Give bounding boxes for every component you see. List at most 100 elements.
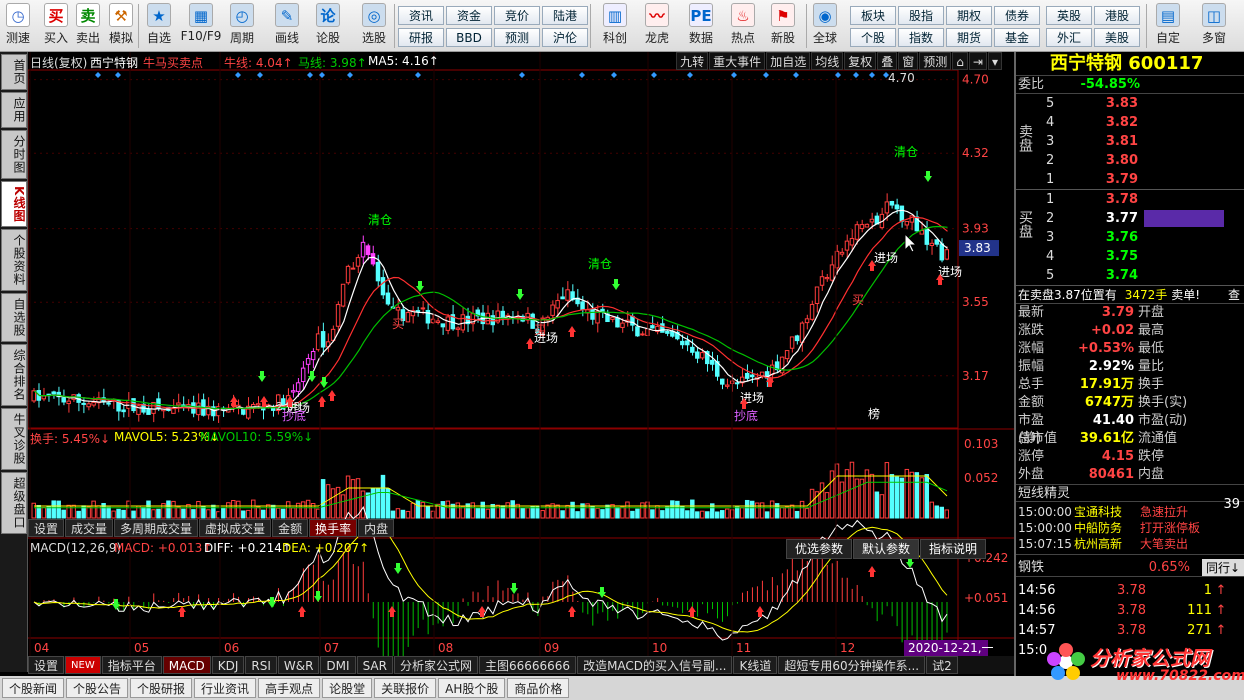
toolbar-small-8[interactable]: 板块	[850, 6, 896, 25]
indicator-tab-0[interactable]: 设置	[28, 519, 65, 537]
toolbar-small-10[interactable]: 期权	[946, 6, 992, 25]
bottom-tab-2[interactable]: 指标平台	[101, 656, 162, 674]
bottom-tab-11[interactable]: 改造MACD的买入信号副...	[577, 656, 733, 674]
short-line-item[interactable]: 15:07:15 杭州高新 大笔卖出	[1016, 536, 1244, 552]
toolbar-small-13[interactable]: 港股	[1094, 6, 1140, 25]
toolbar-button-5[interactable]: ▦ F10/F9	[180, 3, 222, 43]
chart-button-2[interactable]: 加自选	[766, 52, 811, 70]
toolbar-button-17[interactable]: ◫ 多窗	[1196, 3, 1232, 46]
toolbar-button-4[interactable]: ★ 自选	[144, 3, 174, 46]
indicator-tab-5[interactable]: 换手率	[309, 519, 358, 537]
indicator-tab-2[interactable]: 多周期成交量	[114, 519, 199, 537]
bottom-tab-5[interactable]: RSI	[245, 656, 277, 674]
toolbar-small-16[interactable]: 期货	[946, 28, 992, 47]
toolbar-small-1[interactable]: 资金	[446, 6, 492, 25]
short-line-item[interactable]: 15:00:00 中船防务 打开涨停板	[1016, 520, 1244, 536]
toolbar-button-2[interactable]: 卖卖出	[74, 3, 102, 46]
indicator-tab-1[interactable]: 成交量	[65, 519, 114, 537]
side-tab-4[interactable]: 个股资料	[1, 229, 27, 292]
toolbar-button-12[interactable]: PE 数据	[684, 3, 718, 46]
toolbar-button-8[interactable]: 论论股	[310, 3, 346, 46]
toolbar-small-7[interactable]: 沪伦	[542, 28, 588, 47]
toolbar-small-4[interactable]: 研报	[398, 28, 444, 47]
toolbar-button-0[interactable]: ◷ 测速	[4, 3, 32, 46]
short-line-item[interactable]: 15:00:00 宝通科技 急速拉升	[1016, 504, 1244, 520]
side-tab-2[interactable]: 分时图	[1, 130, 27, 179]
info-tab-1[interactable]: 个股公告	[66, 678, 129, 698]
toolbar-button-6[interactable]: ◴ 周期	[226, 3, 258, 46]
bottom-tab-12[interactable]: K线道	[733, 656, 778, 674]
chart-button-1[interactable]: 重大事件	[709, 52, 766, 70]
toolbar-small-14[interactable]: 个股	[850, 28, 896, 47]
bottom-tab-9[interactable]: 分析家公式网	[393, 656, 478, 674]
info-tab-4[interactable]: 高手观点	[258, 678, 321, 698]
toolbar-button-16[interactable]: ▤ 自定	[1150, 3, 1186, 46]
side-tab-5[interactable]: 自选股	[1, 293, 27, 343]
side-tab-6[interactable]: 综合排名	[1, 344, 27, 407]
bottom-tab-6[interactable]: W&R	[277, 656, 320, 674]
info-tab-5[interactable]: 论股堂	[322, 678, 373, 698]
macd-button-0[interactable]: 优选参数	[785, 539, 852, 559]
info-tab-0[interactable]: 个股新闻	[2, 678, 65, 698]
order-note-button[interactable]: 查	[1228, 286, 1244, 303]
chart-button-10[interactable]: ▾	[987, 52, 1002, 70]
macd-button-2[interactable]: 指标说明	[919, 539, 986, 559]
toolbar-small-6[interactable]: 预测	[494, 28, 540, 47]
toolbar-small-17[interactable]: 基金	[994, 28, 1040, 47]
info-tab-7[interactable]: AH股个股	[438, 678, 506, 698]
bottom-tab-1[interactable]: NEW	[65, 656, 101, 674]
chart-button-6[interactable]: 窗	[898, 52, 919, 70]
bottom-tab-10[interactable]: 主图66666666	[478, 656, 577, 674]
toolbar-button-13[interactable]: ♨ 热点	[726, 3, 760, 46]
chart-button-5[interactable]: 叠	[877, 52, 898, 70]
chart-button-7[interactable]: 预测	[919, 52, 952, 70]
indicator-tab-4[interactable]: 金额	[272, 519, 309, 537]
toolbar-button-10[interactable]: ▥ 科创	[598, 3, 632, 46]
toolbar-small-19[interactable]: 美股	[1094, 28, 1140, 47]
bottom-tab-0[interactable]: 设置	[28, 656, 65, 674]
info-tab-6[interactable]: 关联报价	[374, 678, 437, 698]
side-tab-8[interactable]: 超级盘口	[1, 472, 27, 535]
sector-name[interactable]: 钢铁	[1016, 559, 1106, 576]
toolbar-button-1[interactable]: 买买入	[42, 3, 70, 46]
bottom-tab-7[interactable]: DMI	[320, 656, 356, 674]
peer-button[interactable]: 同行↓	[1201, 559, 1244, 576]
toolbar-small-12[interactable]: 英股	[1046, 6, 1092, 25]
side-tab-7[interactable]: 牛叉诊股	[1, 408, 27, 471]
toolbar-small-5[interactable]: BBD	[446, 28, 492, 47]
bottom-tab-14[interactable]: 试2	[926, 656, 958, 674]
kline-chart-area[interactable]: 4.70 4.32 3.93 3.55 3.17 3.83 0.103 0.052 +0.242…	[28, 52, 1014, 672]
toolbar-button-7[interactable]: ✎ 画线	[270, 3, 304, 46]
side-tab-0[interactable]: 首页	[1, 54, 27, 90]
side-tab-1[interactable]: 应用	[1, 92, 27, 128]
short-line-title[interactable]: 短线精灵	[1016, 484, 1244, 502]
info-tab-2[interactable]: 个股研报	[130, 678, 193, 698]
toolbar-button-14[interactable]: ⚑ 新股	[766, 3, 800, 46]
bottom-tab-13[interactable]: 超短专用60分钟操作系...	[778, 656, 926, 674]
info-tab-3[interactable]: 行业资讯	[194, 678, 257, 698]
chart-button-8[interactable]: ⌂	[952, 52, 968, 70]
toolbar-button-15[interactable]: ◉ 全球	[808, 3, 842, 46]
toolbar-small-18[interactable]: 外汇	[1046, 28, 1092, 47]
toolbar-button-3[interactable]: ⚒ 模拟	[104, 3, 138, 46]
bottom-tab-8[interactable]: SAR	[356, 656, 393, 674]
chart-button-3[interactable]: 均线	[811, 52, 844, 70]
toolbar-button-9[interactable]: ◎ 选股	[356, 3, 392, 46]
chart-button-9[interactable]: ⇥	[968, 52, 987, 70]
bottom-tab-3[interactable]: MACD	[162, 656, 211, 674]
toolbar-small-15[interactable]: 指数	[898, 28, 944, 47]
info-tab-8[interactable]: 商品价格	[507, 678, 570, 698]
indicator-tab-6[interactable]: 内盘	[358, 519, 395, 537]
toolbar-small-0[interactable]: 资讯	[398, 6, 444, 25]
chart-button-4[interactable]: 复权	[844, 52, 877, 70]
side-tab-3[interactable]: K线图	[1, 181, 27, 228]
chart-canvas[interactable]: 4.704.323.933.553.173.830.1030.052+0.242…	[28, 52, 1014, 672]
toolbar-small-9[interactable]: 股指	[898, 6, 944, 25]
macd-button-1[interactable]: 默认参数	[852, 539, 919, 559]
toolbar-small-2[interactable]: 竞价	[494, 6, 540, 25]
chart-button-0[interactable]: 九转	[676, 52, 709, 70]
bottom-tab-4[interactable]: KDJ	[211, 656, 245, 674]
indicator-tab-3[interactable]: 虚拟成交量	[199, 519, 272, 537]
toolbar-button-11[interactable]: 〰龙虎	[640, 3, 674, 46]
toolbar-small-3[interactable]: 陆港	[542, 6, 588, 25]
